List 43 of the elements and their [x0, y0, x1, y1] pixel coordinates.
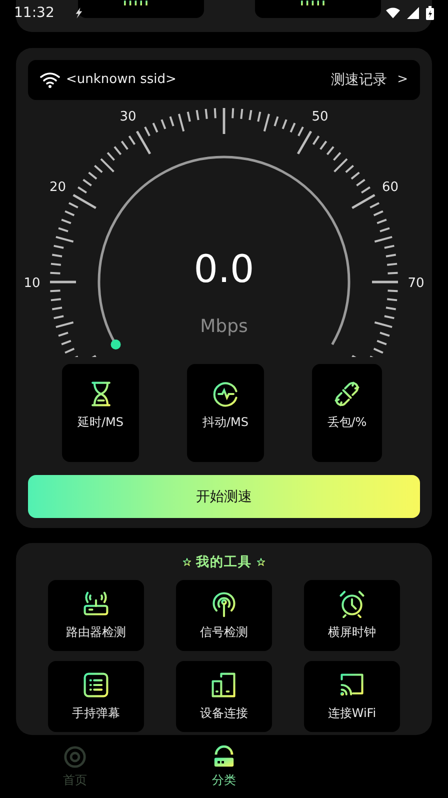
scale-label: 30 [120, 110, 136, 125]
wifi-icon [386, 7, 400, 19]
scale-label: 50 [312, 110, 328, 125]
bolt-icon [74, 7, 84, 19]
tool-tile[interactable] [255, 0, 381, 18]
network-name: <unknown ssid> [66, 72, 176, 88]
tool-tile[interactable]: 信号检测 [176, 580, 272, 651]
broken-link-icon [333, 380, 361, 408]
star-icon [257, 558, 265, 566]
scale-label: 70 [408, 276, 424, 291]
speed-value: 0.0 [194, 246, 254, 291]
signal-icon [406, 7, 420, 19]
chevron-icon: > [397, 72, 408, 88]
devices-icon [210, 671, 238, 699]
speed-unit: Mbps [200, 316, 248, 337]
gauge-indicator [110, 339, 121, 350]
pulse-icon [212, 380, 240, 408]
scale-label: 20 [49, 180, 66, 195]
nav-tab[interactable]: 分类 [189, 744, 259, 788]
tool-tile[interactable]: 连接WiFi [304, 661, 400, 732]
metric-label: 延时/MS [77, 414, 124, 432]
target-icon [63, 744, 87, 768]
section-title: 我的工具 [196, 554, 252, 571]
tool-tile[interactable] [78, 0, 204, 18]
status-time: 11:32 [14, 5, 54, 21]
scale-label: 60 [382, 180, 399, 195]
alarm-clock-icon [338, 590, 366, 618]
scale-label: 10 [24, 276, 40, 291]
star-icon [183, 558, 191, 566]
metric-label: 抖动/MS [202, 414, 248, 432]
tool-tile[interactable]: 手持弹幕 [48, 661, 144, 732]
battery-icon [426, 6, 434, 20]
tool-tile[interactable]: 设备连接 [176, 661, 272, 732]
tool-tile[interactable]: 横屏时钟 [304, 580, 400, 651]
router-icon [212, 744, 236, 768]
metric-label: 丢包/% [327, 414, 367, 432]
start-test-button[interactable]: 开始测速 [28, 475, 420, 518]
router-icon [82, 590, 110, 618]
antenna-icon [210, 590, 238, 618]
list-icon [82, 671, 110, 699]
wifi-icon [40, 72, 60, 88]
tool-tile[interactable]: 路由器检测 [48, 580, 144, 651]
history-link[interactable]: 测速记录 [331, 70, 388, 89]
